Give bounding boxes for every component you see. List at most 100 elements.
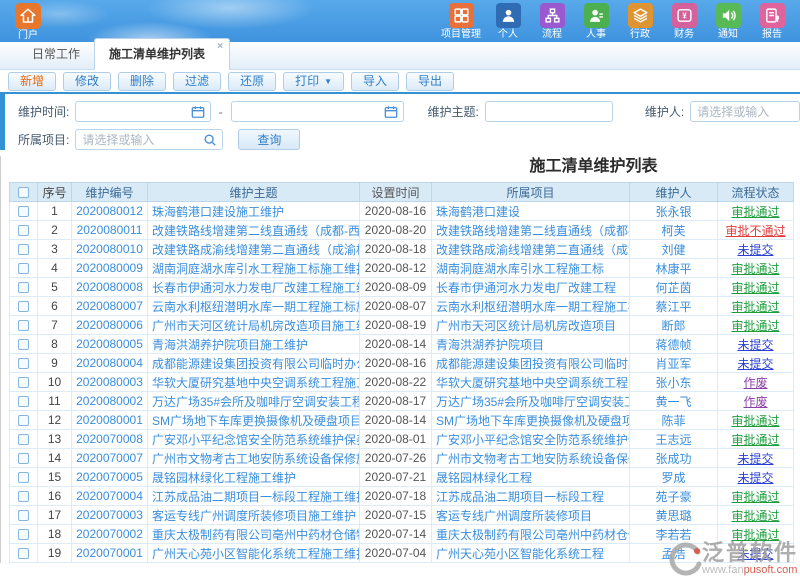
maintenance-subject-link[interactable]: 改建铁路成渝线增建第二直通线（成渝枢纽）... — [152, 243, 360, 257]
row-checkbox[interactable] — [18, 339, 29, 350]
project-link[interactable]: 广州天心苑小区智能化系统工程 — [436, 547, 604, 561]
project-link[interactable]: 成都能源建设集团投资有限公司临时办公场所... — [436, 357, 630, 371]
query-button[interactable]: 查询 — [238, 129, 300, 150]
project-link[interactable]: 广州市文物考古工地安防系统设备保修 — [436, 452, 630, 466]
maintenance-code-link[interactable]: 2020080007 — [76, 299, 143, 313]
nav-item-admin[interactable]: 行政 — [623, 3, 657, 41]
workflow-status-link[interactable]: 未提交 — [737, 471, 773, 485]
maintenance-code-link[interactable]: 2020070001 — [76, 546, 143, 560]
workflow-status-link[interactable]: 审批不通过 — [725, 224, 785, 238]
row-checkbox[interactable] — [18, 206, 29, 217]
project-link[interactable]: 客运专线广州调度所装修项目 — [436, 509, 592, 523]
maintenance-code-link[interactable]: 2020080005 — [76, 337, 143, 351]
maintenance-code-link[interactable]: 2020070003 — [76, 508, 143, 522]
project-input[interactable] — [76, 130, 222, 149]
row-checkbox[interactable] — [18, 282, 29, 293]
maintenance-subject-link[interactable]: 湖南洞庭湖水库引水工程施工标施工维护 — [152, 262, 360, 276]
tab-daily-work[interactable]: 日常工作 — [18, 39, 94, 69]
maintenance-subject-link[interactable]: SM广场地下车库更换摄像机及硬盘项目施工... — [152, 414, 360, 428]
add-button[interactable]: 新增 — [8, 72, 56, 91]
maintenance-subject-link[interactable]: 云南水利枢纽潜明水库一期工程施工标施工维护 — [152, 300, 360, 314]
row-checkbox[interactable] — [18, 434, 29, 445]
maintainer-link[interactable]: 蔡江平 — [655, 300, 691, 314]
maintainer-link[interactable]: 李若若 — [655, 528, 691, 542]
maintenance-subject-link[interactable]: 万达广场35#会所及咖啡厅空调安装工程施工... — [152, 395, 360, 409]
row-checkbox[interactable] — [18, 320, 29, 331]
maintainer-link[interactable]: 苑子豪 — [655, 490, 691, 504]
maintainer-input[interactable] — [691, 102, 799, 121]
maintenance-subject-link[interactable]: 青海洪湖养护院项目施工维护 — [152, 338, 308, 352]
workflow-status-link[interactable]: 审批通过 — [731, 281, 779, 295]
maintainer-link[interactable]: 孟浩 — [661, 547, 685, 561]
export-button[interactable]: 导出 — [406, 72, 454, 91]
workflow-status-link[interactable]: 审批通过 — [731, 205, 779, 219]
workflow-status-link[interactable]: 未提交 — [737, 547, 773, 561]
project-link[interactable]: 江苏成品油二期项目一标段工程 — [436, 490, 604, 504]
maintenance-code-link[interactable]: 2020070004 — [76, 489, 143, 503]
search-icon[interactable] — [203, 133, 217, 147]
calendar-icon[interactable] — [191, 105, 205, 119]
tab-construction-list[interactable]: 施工清单维护列表 × — [94, 38, 230, 70]
portal-button[interactable]: 门户 — [6, 3, 50, 42]
maintenance-code-link[interactable]: 2020080002 — [76, 394, 143, 408]
maintenance-subject-link[interactable]: 客运专线广州调度所装修项目施工维护 — [152, 509, 356, 523]
row-checkbox[interactable] — [18, 225, 29, 236]
workflow-status-link[interactable]: 审批通过 — [731, 319, 779, 333]
date-from-input[interactable] — [76, 102, 209, 121]
maintainer-link[interactable]: 黄思璐 — [655, 509, 691, 523]
maintainer-link[interactable]: 刘健 — [661, 243, 685, 257]
project-link[interactable]: 改建铁路成渝线增建第二直通线（成渝枢纽）... — [436, 243, 630, 257]
maintenance-code-link[interactable]: 2020080012 — [76, 204, 143, 218]
restore-button[interactable]: 还原 — [228, 72, 276, 91]
workflow-status-link[interactable]: 作废 — [743, 395, 767, 409]
row-checkbox[interactable] — [18, 415, 29, 426]
maintainer-link[interactable]: 蒋德帧 — [655, 338, 691, 352]
maintainer-link[interactable]: 何芷茵 — [655, 281, 691, 295]
maintenance-subject-link[interactable]: 广州市天河区统计局机房改造项目施工维护 — [152, 319, 360, 333]
workflow-status-link[interactable]: 审批通过 — [731, 414, 779, 428]
workflow-status-link[interactable]: 未提交 — [737, 243, 773, 257]
maintenance-subject-link[interactable]: 长春市伊通河水力发电厂改建工程施工维护 — [152, 281, 360, 295]
delete-button[interactable]: 删除 — [118, 72, 166, 91]
project-link[interactable]: 晟铭园林绿化工程 — [436, 471, 532, 485]
maintenance-subject-link[interactable]: 晟铭园林绿化工程施工维护 — [152, 471, 296, 485]
row-checkbox[interactable] — [18, 491, 29, 502]
col-date[interactable]: 设置时间 — [360, 183, 432, 202]
maintainer-link[interactable]: 张小东 — [655, 376, 691, 390]
row-checkbox[interactable] — [18, 548, 29, 559]
maintenance-code-link[interactable]: 2020080006 — [76, 318, 143, 332]
maintenance-code-link[interactable]: 2020070007 — [76, 451, 143, 465]
nav-item-finance[interactable]: ¥ 财务 — [667, 3, 701, 41]
maintenance-code-link[interactable]: 2020070008 — [76, 432, 143, 446]
nav-item-report[interactable]: 报告 — [755, 3, 789, 41]
col-code[interactable]: 维护编号 — [72, 183, 148, 202]
maintenance-subject-link[interactable]: 重庆太极制药有限公司亳州中药材仓储物流基... — [152, 528, 360, 542]
nav-item-personal[interactable]: 个人 — [491, 3, 525, 41]
maintenance-code-link[interactable]: 2020080004 — [76, 356, 143, 370]
maintenance-subject-link[interactable]: 珠海鹤港口建设施工维护 — [152, 205, 284, 219]
maintenance-subject-link[interactable]: 华软大厦研究基地中央空调系统工程施工维护 — [152, 376, 360, 390]
workflow-status-link[interactable]: 审批通过 — [731, 528, 779, 542]
col-index[interactable]: 序号 — [38, 183, 72, 202]
project-link[interactable]: 改建铁路线增建第二线直通线（成都-西安）电... — [436, 224, 630, 238]
maintainer-link[interactable]: 林康平 — [655, 262, 691, 276]
select-all-checkbox[interactable] — [18, 187, 29, 198]
col-project[interactable]: 所属项目 — [432, 183, 630, 202]
col-status[interactable]: 流程状态 — [718, 183, 794, 202]
workflow-status-link[interactable]: 未提交 — [737, 338, 773, 352]
row-checkbox[interactable] — [18, 529, 29, 540]
project-link[interactable]: 重庆太极制药有限公司亳州中药材仓储物流基... — [436, 528, 630, 542]
maintainer-link[interactable]: 断郎 — [661, 319, 685, 333]
workflow-status-link[interactable]: 审批通过 — [731, 433, 779, 447]
project-link[interactable]: 长春市伊通河水力发电厂改建工程 — [436, 281, 616, 295]
maintenance-code-link[interactable]: 2020080011 — [77, 223, 143, 237]
print-button[interactable]: 打印 ▼ — [283, 72, 344, 91]
maintainer-link[interactable]: 黄一飞 — [655, 395, 691, 409]
row-checkbox[interactable] — [18, 301, 29, 312]
nav-item-workflow[interactable]: 流程 — [535, 3, 569, 41]
row-checkbox[interactable] — [18, 510, 29, 521]
row-checkbox[interactable] — [18, 453, 29, 464]
workflow-status-link[interactable]: 审批通过 — [731, 300, 779, 314]
project-link[interactable]: 广州市天河区统计局机房改造项目 — [436, 319, 616, 333]
maintainer-link[interactable]: 柯芙 — [661, 224, 685, 238]
